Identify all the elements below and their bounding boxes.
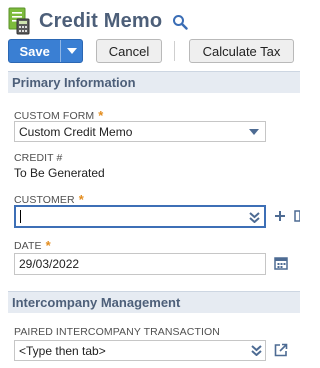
customer-options-icon[interactable] — [294, 208, 300, 224]
dropdown-arrow-icon — [243, 122, 265, 141]
credit-memo-document-icon — [8, 7, 30, 35]
open-link-icon[interactable] — [273, 342, 289, 358]
text-caret — [20, 210, 21, 223]
double-chevron-down-icon[interactable] — [247, 209, 261, 225]
custom-form-value: Custom Credit Memo — [19, 124, 133, 139]
credit-number-label: CREDIT # — [14, 152, 63, 164]
credit-number-value: To Be Generated — [14, 166, 105, 180]
section-title: Primary Information — [12, 75, 136, 90]
calculate-tax-button[interactable]: Calculate Tax — [189, 39, 294, 63]
chevron-down-icon — [66, 48, 77, 54]
save-split-button: Save — [8, 39, 83, 63]
customer-label: CUSTOMER * — [14, 192, 84, 207]
date-label: DATE * — [14, 238, 51, 253]
add-customer-plus-icon[interactable] — [272, 207, 288, 225]
toolbar-divider — [174, 41, 175, 61]
paired-intercompany-transaction-select[interactable]: <Type then tab> — [14, 340, 266, 361]
save-options-dropdown[interactable] — [61, 40, 82, 62]
section-title: Intercompany Management — [12, 295, 181, 310]
page-title: Credit Memo — [39, 9, 163, 32]
custom-form-label: CUSTOM FORM * — [14, 108, 104, 123]
paired-intercompany-transaction-label: PAIRED INTERCOMPANY TRANSACTION — [14, 326, 220, 338]
date-input[interactable]: 29/03/2022 — [14, 253, 266, 275]
page-header: Credit Memo — [8, 6, 189, 36]
action-toolbar: Save Cancel Calculate Tax — [8, 39, 294, 63]
required-asterisk: * — [45, 238, 51, 253]
custom-form-select[interactable]: Custom Credit Memo — [14, 121, 266, 142]
section-header-intercompany-management[interactable]: Intercompany Management — [8, 291, 300, 313]
section-header-primary-information[interactable]: Primary Information — [8, 71, 300, 93]
double-chevron-down-icon — [247, 341, 265, 360]
save-button[interactable]: Save — [9, 40, 60, 62]
calendar-icon[interactable] — [273, 255, 289, 271]
date-value: 29/03/2022 — [19, 257, 80, 271]
cancel-button[interactable]: Cancel — [96, 39, 162, 63]
search-icon[interactable] — [172, 14, 189, 30]
customer-input[interactable] — [14, 205, 266, 228]
paired-transaction-value: <Type then tab> — [19, 343, 106, 358]
